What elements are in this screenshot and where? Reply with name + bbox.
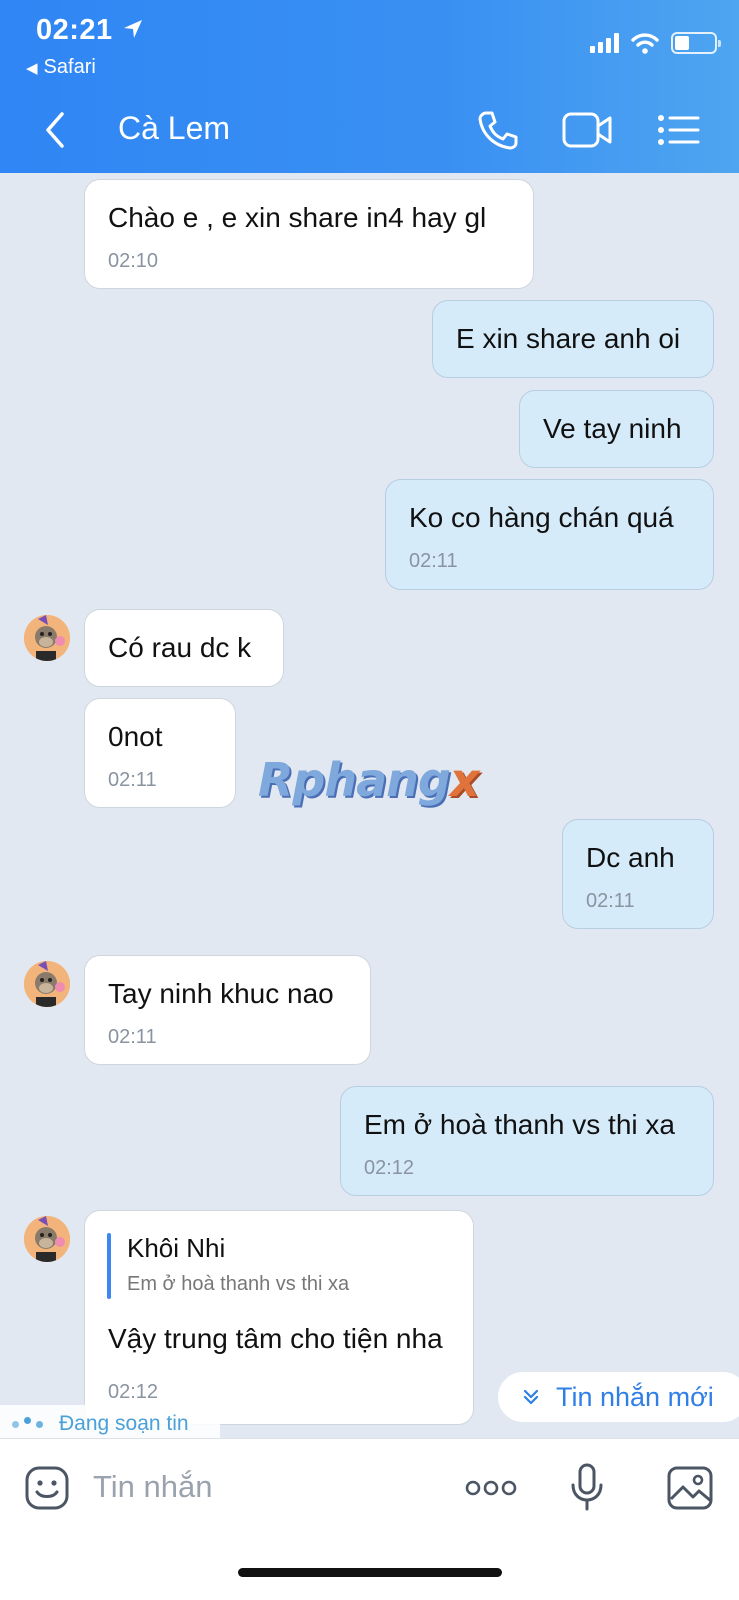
typing-label: Đang soạn tin [59, 1412, 189, 1435]
ape-avatar-icon [24, 961, 70, 1007]
message-bubble-outgoing[interactable]: E xin share anh oi [432, 300, 714, 378]
watermark-main: Rphang [258, 753, 451, 807]
ape-avatar-icon [24, 1216, 70, 1262]
message-text: Ko co hàng chán quá [409, 502, 674, 533]
sticker-icon[interactable] [24, 1465, 70, 1511]
message-time: 02:11 [586, 890, 635, 912]
battery-icon [671, 32, 721, 54]
message-time: 02:11 [409, 550, 458, 572]
message-text: 0not [108, 721, 163, 752]
message-input[interactable]: Tin nhắn [93, 1469, 213, 1505]
reply-quote-text[interactable]: Em ở hoà thanh vs thi xa [127, 1273, 349, 1296]
status-time: 02:21 [36, 14, 113, 46]
message-time: 02:10 [108, 250, 159, 272]
message-bubble-outgoing[interactable]: Ve tay ninh [519, 390, 714, 468]
status-icons [590, 32, 721, 54]
message-bubble-outgoing[interactable]: Ko co hàng chán quá 02:11 [385, 479, 714, 590]
message-bubble-incoming[interactable]: Tay ninh khuc nao 02:11 [84, 955, 371, 1065]
message-time: 02:12 [364, 1157, 415, 1179]
message-text: Tay ninh khuc nao [108, 978, 334, 1009]
back-chevron-icon[interactable] [40, 110, 70, 150]
message-time: 02:12 [108, 1381, 159, 1403]
video-call-icon[interactable] [562, 108, 614, 152]
reply-quote-bar [107, 1233, 111, 1299]
phone-icon[interactable] [476, 108, 520, 152]
wifi-icon [631, 33, 659, 54]
message-text: Dc anh [586, 842, 675, 873]
message-text: Ve tay ninh [543, 413, 682, 444]
contact-name[interactable]: Cà Lem [118, 110, 230, 147]
message-time: 02:11 [108, 769, 157, 791]
message-text: Có rau dc k [108, 632, 252, 663]
message-bubble-incoming[interactable]: Chào e , e xin share in4 hay gl 02:10 [84, 179, 534, 289]
image-icon[interactable] [666, 1465, 714, 1511]
message-bubble-incoming[interactable]: Có rau dc k [84, 609, 284, 687]
menu-list-icon[interactable] [656, 108, 702, 152]
contact-avatar[interactable] [24, 1216, 70, 1262]
message-bubble-outgoing[interactable]: Dc anh 02:11 [562, 819, 714, 929]
location-arrow-icon [124, 20, 142, 38]
chat-header: 02:21 ◀ Safari Cà Lem [0, 0, 739, 173]
message-bubble-incoming[interactable]: 0not 02:11 [84, 698, 236, 808]
back-to-safari[interactable]: ◀ Safari [26, 56, 96, 79]
message-text: Chào e , e xin share in4 hay gl [108, 202, 487, 233]
message-list[interactable]: Chào e , e xin share in4 hay gl 02:10 E … [0, 173, 739, 1438]
home-indicator[interactable] [238, 1568, 502, 1577]
new-message-label: Tin nhắn mới [556, 1381, 714, 1412]
double-chevron-down-icon [523, 1389, 539, 1405]
typing-dots-icon [12, 1416, 43, 1428]
cellular-signal-icon [590, 33, 619, 53]
message-text: E xin share anh oi [456, 323, 681, 354]
reply-quote-author[interactable]: Khôi Nhi [127, 1233, 225, 1264]
microphone-icon[interactable] [570, 1463, 604, 1513]
new-message-button[interactable]: Tin nhắn mới [498, 1372, 739, 1422]
message-time: 02:11 [108, 1026, 157, 1048]
watermark-accent: x [449, 753, 480, 807]
watermark-logo: Rphangx [258, 753, 479, 807]
message-bubble-incoming-reply[interactable]: Khôi Nhi Em ở hoà thanh vs thi xa Vậy tr… [84, 1210, 474, 1425]
back-triangle-icon: ◀ [26, 60, 38, 77]
back-app-label: Safari [43, 56, 96, 78]
message-text: Em ở hoà thanh vs thi xa [364, 1109, 675, 1140]
contact-avatar[interactable] [24, 615, 70, 661]
contact-avatar[interactable] [24, 961, 70, 1007]
message-bubble-outgoing[interactable]: Em ở hoà thanh vs thi xa 02:12 [340, 1086, 714, 1196]
message-text: Vậy trung tâm cho tiện nha [108, 1323, 443, 1354]
more-icon[interactable] [465, 1479, 517, 1497]
ape-avatar-icon [24, 615, 70, 661]
